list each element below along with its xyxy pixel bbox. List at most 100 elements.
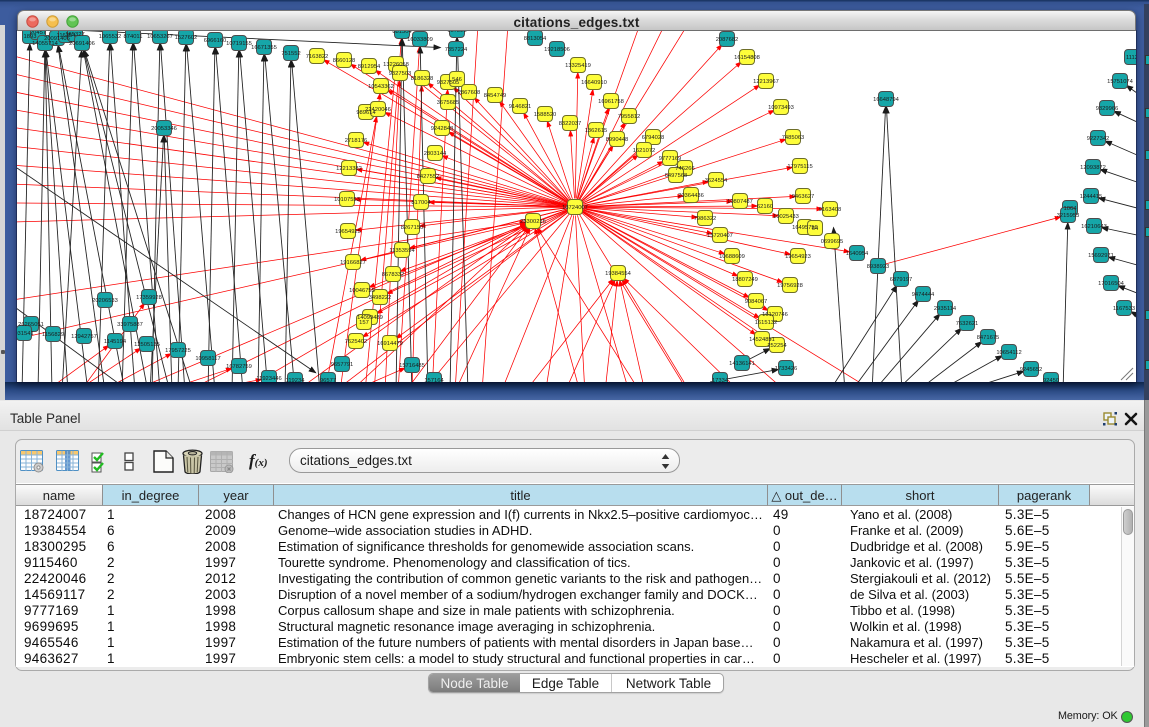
svg-text:8938923: 8938923: [867, 264, 890, 270]
svg-text:1527602: 1527602: [175, 35, 198, 41]
svg-text:64: 64: [812, 226, 819, 232]
svg-text:9227342: 9227342: [1087, 136, 1110, 142]
svg-text:1621072: 1621072: [633, 148, 656, 154]
svg-text:13325419: 13325419: [565, 63, 591, 69]
svg-text:26265051: 26265051: [18, 322, 44, 328]
svg-text:22420046: 22420046: [365, 107, 391, 113]
svg-text:19654925: 19654925: [335, 229, 361, 235]
svg-text:19654923: 19654923: [785, 254, 811, 260]
svg-text:17957225: 17957225: [165, 348, 191, 354]
svg-text:7357224: 7357224: [445, 47, 468, 53]
svg-text:16671355: 16671355: [251, 45, 277, 51]
svg-text:17359928: 17359928: [136, 295, 162, 301]
svg-text:10688609: 10688609: [719, 254, 745, 260]
svg-text:17016504: 17016504: [1098, 281, 1125, 287]
svg-text:0699695: 0699695: [821, 239, 844, 245]
svg-text:8813054: 8813054: [524, 36, 547, 42]
svg-text:1156829: 1156829: [42, 332, 64, 338]
svg-text:12942757: 12942757: [71, 334, 97, 340]
svg-text:3215953: 3215953: [1057, 213, 1080, 219]
svg-text:8454749: 8454749: [484, 93, 507, 99]
svg-text:8267150: 8267150: [401, 225, 424, 231]
svg-text:1362615: 1362615: [585, 128, 608, 134]
svg-text:1640954: 1640954: [846, 251, 869, 257]
svg-text:9657791: 9657791: [331, 362, 354, 368]
svg-text:817004: 817004: [411, 200, 431, 206]
svg-text:9084067: 9084067: [745, 299, 768, 305]
svg-text:881304: 881304: [392, 31, 412, 35]
svg-text:12213382: 12213382: [336, 166, 362, 172]
svg-text:165327: 165327: [65, 32, 84, 38]
svg-text:19384554: 19384554: [605, 271, 632, 277]
svg-text:746266: 746266: [675, 166, 694, 172]
svg-text:931541: 931541: [17, 331, 34, 337]
svg-text:1064: 1064: [1064, 206, 1078, 212]
svg-text:10025433: 10025433: [773, 214, 799, 220]
svg-text:7163822: 7163822: [306, 54, 329, 60]
svg-text:2867608: 2867608: [458, 90, 481, 96]
svg-text:9163408: 9163408: [819, 207, 842, 213]
svg-text:8427552: 8427552: [417, 174, 440, 180]
svg-text:10654112: 10654112: [996, 350, 1021, 356]
svg-text:16640910: 16640910: [581, 80, 607, 86]
svg-text:7485063: 7485063: [782, 135, 805, 141]
svg-text:6966160: 6966160: [204, 38, 227, 44]
svg-text:2935114: 2935114: [934, 306, 957, 312]
svg-text:7625402: 7625402: [345, 339, 368, 345]
svg-text:10958117: 10958117: [195, 356, 220, 362]
svg-text:9474444: 9474444: [912, 292, 935, 298]
svg-text:957223: 957223: [447, 31, 466, 34]
svg-text:751552: 751552: [281, 51, 300, 57]
svg-text:16914479: 16914479: [377, 341, 403, 347]
svg-text:33975887: 33975887: [117, 322, 143, 328]
svg-text:62160: 62160: [757, 204, 773, 210]
svg-text:2087682: 2087682: [716, 37, 739, 43]
svg-text:10973493: 10973493: [768, 105, 794, 111]
svg-text:8912954: 8912954: [358, 64, 381, 70]
svg-text:9327503: 9327503: [389, 71, 412, 77]
svg-text:25300215: 25300215: [520, 219, 546, 225]
svg-text:11923446: 11923446: [256, 376, 281, 382]
svg-text:546: 546: [452, 77, 462, 83]
svg-text:92450: 92450: [1043, 378, 1059, 382]
svg-text:2718176: 2718176: [345, 138, 368, 144]
svg-text:11353594: 11353594: [389, 248, 415, 254]
svg-text:9777169: 9777169: [659, 156, 682, 162]
svg-text:1145194: 1145194: [104, 339, 127, 345]
svg-text:10719155: 10719155: [226, 41, 252, 47]
svg-text:1733426: 1733426: [775, 366, 798, 372]
svg-text:9146821: 9146821: [509, 104, 532, 110]
svg-text:18807249: 18807249: [732, 277, 758, 283]
svg-text:16120746: 16120746: [762, 312, 788, 318]
svg-text:12093872: 12093872: [1080, 165, 1106, 171]
svg-text:15692971: 15692971: [1088, 253, 1114, 259]
svg-text:96577: 96577: [320, 378, 336, 382]
svg-text:17975115: 17975115: [787, 164, 812, 170]
svg-text:10653267: 10653267: [147, 34, 173, 40]
svg-text:16961758: 16961758: [598, 99, 624, 105]
svg-text:6794028: 6794028: [642, 135, 665, 141]
svg-text:8322037: 8322037: [559, 121, 582, 127]
svg-text:16782759: 16782759: [226, 364, 252, 370]
svg-text:1065532: 1065532: [99, 34, 122, 40]
svg-text:3498222: 3498222: [369, 295, 392, 301]
svg-text:16648794: 16648794: [873, 97, 900, 103]
svg-text:19218506: 19218506: [544, 47, 570, 53]
svg-text:7955812: 7955812: [618, 114, 641, 120]
svg-text:9463627: 9463627: [792, 194, 815, 200]
svg-text:20364436: 20364436: [678, 193, 704, 199]
svg-text:9242848: 9242848: [431, 126, 454, 132]
svg-text:3675685: 3675685: [437, 100, 460, 106]
svg-text:6879197: 6879197: [890, 277, 913, 283]
svg-text:252254: 252254: [767, 343, 787, 349]
svg-text:15716485: 15716485: [399, 363, 425, 369]
svg-text:20691406: 20691406: [69, 41, 95, 47]
svg-text:16154808: 16154808: [734, 55, 760, 61]
svg-text:8990448: 8990448: [606, 137, 629, 143]
svg-text:16210643: 16210643: [1081, 224, 1107, 230]
svg-text:8660128: 8660128: [333, 58, 356, 64]
svg-text:12505135: 12505135: [134, 342, 160, 348]
svg-text:12213967: 12213967: [753, 79, 779, 85]
svg-text:1244415: 1244415: [1080, 194, 1103, 200]
svg-text:119234: 119234: [286, 378, 306, 382]
